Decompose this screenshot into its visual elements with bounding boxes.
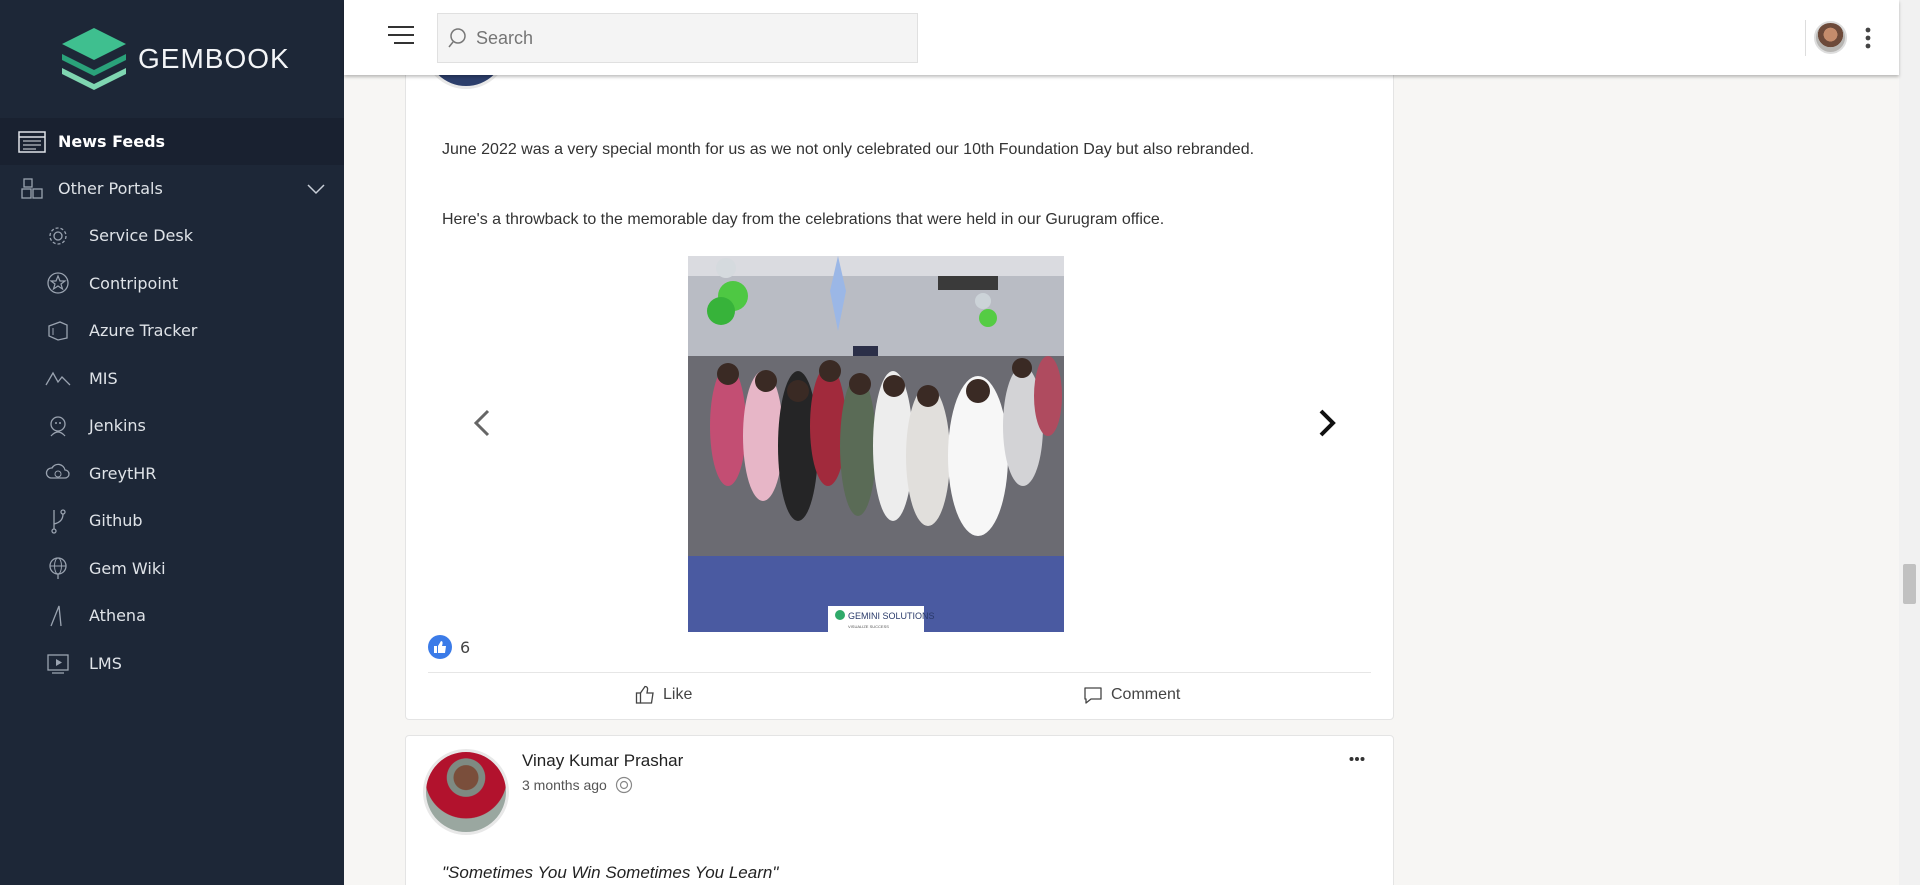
app-logo[interactable]: GEMBOOK bbox=[0, 0, 344, 118]
top-header bbox=[344, 0, 1899, 75]
sidebar-item-label: LMS bbox=[89, 653, 122, 673]
user-avatar[interactable] bbox=[1814, 21, 1847, 54]
divider bbox=[428, 672, 1371, 673]
sidebar-item-label: Jenkins bbox=[89, 416, 146, 436]
page-scrollbar[interactable] bbox=[1899, 0, 1920, 885]
portals-icon bbox=[18, 177, 46, 201]
sidebar-item-news-feeds[interactable]: News Feeds bbox=[0, 118, 344, 165]
gear-icon bbox=[44, 224, 72, 248]
sidebar-item-label: Contripoint bbox=[89, 273, 179, 293]
chart-line-icon bbox=[44, 366, 72, 390]
sidebar-item-contripoint[interactable]: Contripoint bbox=[0, 260, 344, 308]
news-feed-icon bbox=[18, 130, 46, 154]
photo-brand-tagline: VISUALIZE SUCCESS bbox=[848, 624, 889, 629]
video-icon bbox=[44, 651, 72, 675]
like-button[interactable]: Like bbox=[635, 685, 692, 705]
post-options-icon[interactable] bbox=[1349, 756, 1365, 762]
post-author-avatar[interactable] bbox=[423, 749, 509, 835]
sidebar-item-label: MIS bbox=[89, 368, 118, 388]
sidebar-item-label: Other Portals bbox=[58, 179, 163, 198]
sidebar-item-lms[interactable]: LMS bbox=[0, 640, 344, 688]
sidebar-item-azure-tracker[interactable]: Azure Tracker bbox=[0, 307, 344, 355]
post-timestamp: 3 months ago bbox=[522, 776, 633, 794]
app-name: GEMBOOK bbox=[138, 43, 290, 74]
comment-label: Comment bbox=[1111, 686, 1181, 703]
scrollbar-thumb[interactable] bbox=[1903, 564, 1916, 604]
post-author-name[interactable]: Vinay Kumar Prashar bbox=[522, 751, 683, 771]
sidebar-item-athena[interactable]: Athena bbox=[0, 592, 344, 640]
post-quote: "Sometimes You Win Sometimes You Learn" bbox=[442, 863, 779, 882]
like-label: Like bbox=[663, 686, 693, 703]
chevron-down-icon[interactable] bbox=[306, 179, 326, 199]
like-count: 6 bbox=[460, 637, 471, 657]
post-time-text: 3 months ago bbox=[522, 777, 607, 793]
globe-icon bbox=[44, 556, 72, 580]
search-bar[interactable] bbox=[437, 13, 918, 63]
sidebar-item-service-desk[interactable]: Service Desk bbox=[0, 212, 344, 260]
gembook-logo-icon bbox=[62, 28, 126, 90]
sidebar-item-jenkins[interactable]: Jenkins bbox=[0, 402, 344, 450]
more-options-icon[interactable] bbox=[1864, 26, 1872, 50]
globe-small-icon bbox=[615, 776, 632, 794]
sidebar-item-label: Github bbox=[89, 511, 143, 531]
sidebar-item-greythr[interactable]: GreytHR bbox=[0, 450, 344, 498]
sidebar-item-gem-wiki[interactable]: Gem Wiki bbox=[0, 545, 344, 593]
branch-icon bbox=[44, 509, 72, 534]
star-icon bbox=[44, 271, 72, 295]
feed-post: June 2022 was a very special month for u… bbox=[405, 0, 1394, 720]
azure-icon bbox=[44, 319, 72, 343]
sidebar-item-label: Gem Wiki bbox=[89, 558, 166, 578]
sidebar-item-label: Service Desk bbox=[89, 226, 193, 246]
comment-icon bbox=[1084, 687, 1102, 704]
header-divider bbox=[1805, 20, 1806, 56]
sidebar-item-other-portals[interactable]: Other Portals bbox=[0, 165, 344, 212]
comment-button[interactable]: Comment bbox=[1083, 685, 1180, 705]
search-input[interactable] bbox=[476, 27, 896, 49]
thumbs-up-outline-icon bbox=[635, 685, 654, 704]
carousel-prev-icon[interactable] bbox=[470, 408, 494, 438]
feed-post: Vinay Kumar Prashar 3 months ago "Someti… bbox=[405, 735, 1394, 885]
athena-icon bbox=[44, 604, 72, 628]
sidebar-item-label: Azure Tracker bbox=[89, 321, 198, 341]
cloud-icon bbox=[44, 461, 72, 485]
reaction-summary[interactable]: 6 bbox=[428, 635, 470, 659]
sidebar-item-mis[interactable]: MIS bbox=[0, 355, 344, 403]
post-paragraph: June 2022 was a very special month for u… bbox=[442, 141, 1255, 158]
sidebar-item-label: News Feeds bbox=[58, 132, 166, 151]
sidebar-item-label: GreytHR bbox=[89, 463, 157, 483]
celebration-photo: GEMINI SOLUTIONS VISUALIZE SUCCESS bbox=[688, 256, 1064, 632]
hamburger-menu-icon[interactable] bbox=[388, 24, 414, 46]
sidebar: GEMBOOK News Feeds Other Portals Service… bbox=[0, 0, 344, 885]
jenkins-icon bbox=[44, 414, 72, 438]
post-paragraph: Here's a throwback to the memorable day … bbox=[442, 211, 1165, 228]
thumbs-up-icon bbox=[428, 635, 452, 659]
sidebar-item-github[interactable]: Github bbox=[0, 497, 344, 545]
sidebar-item-label: Athena bbox=[89, 606, 146, 626]
carousel-next-icon[interactable] bbox=[1315, 408, 1339, 438]
search-icon bbox=[448, 28, 466, 48]
post-photo[interactable]: GEMINI SOLUTIONS VISUALIZE SUCCESS bbox=[688, 256, 1064, 632]
photo-brand-text: GEMINI SOLUTIONS bbox=[848, 611, 935, 621]
